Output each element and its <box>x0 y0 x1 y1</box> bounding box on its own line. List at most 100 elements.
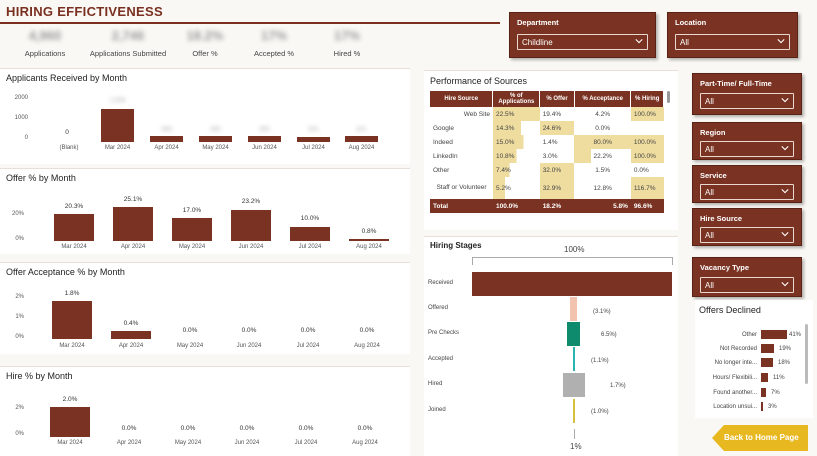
table-row: Google 14.3% 24.6% 0.0% <box>430 121 664 135</box>
parttime-slicer[interactable]: Part-Time/ Full-Time All <box>692 73 802 115</box>
kpi-hired: 17% Hired % <box>302 28 392 58</box>
data-label: 0.0% <box>359 327 375 334</box>
col-header[interactable]: Hire Source <box>430 91 494 107</box>
chart-title: Offer % by Month <box>6 173 76 183</box>
stage-label: Received <box>428 280 454 286</box>
region-dropdown[interactable]: All <box>700 141 794 157</box>
cell: 4.2% <box>595 110 611 118</box>
department-slicer-label: Department <box>517 18 559 27</box>
scrollbar[interactable] <box>667 91 670 103</box>
vacancy-type-slicer[interactable]: Vacancy Type All <box>692 257 802 297</box>
cell: 19.4% <box>542 110 562 118</box>
data-label: 350 <box>259 126 270 133</box>
region-slicer[interactable]: Region All <box>692 122 802 160</box>
data-label: 0.0% <box>357 425 373 432</box>
ytick: 2% <box>15 294 24 300</box>
funnel-bottom-label: 1% <box>570 442 582 451</box>
offers-declined-chart: Offers Declined Other 41% Not Recorded 1… <box>695 300 813 418</box>
kpi-label: Hired % <box>333 49 361 58</box>
x-label: (Blank) <box>59 145 79 151</box>
x-label: Apr 2024 <box>154 145 179 151</box>
location-slicer[interactable]: Location All <box>667 12 798 58</box>
funnel-top-label: 100% <box>564 245 585 254</box>
back-to-home-button[interactable]: Back to Home Page <box>712 425 808 451</box>
ytick: 1000 <box>14 115 28 121</box>
x-label: Mar 2024 <box>104 145 131 151</box>
stage-label: Hired <box>428 381 443 387</box>
bar-aug-2024 <box>345 136 378 142</box>
data-label: 1.8% <box>64 290 80 297</box>
hire-source-slicer-label: Hire Source <box>700 214 743 223</box>
bar-pct: 18% <box>778 360 791 366</box>
bar-mar-2024 <box>101 109 134 142</box>
hire-source-dropdown[interactable]: All <box>700 227 794 243</box>
department-dropdown[interactable]: Childline <box>517 34 648 50</box>
bar-mar-2024 <box>54 214 94 241</box>
hire-source-slicer[interactable]: Hire Source All <box>692 208 802 246</box>
parttime-value: All <box>705 97 714 106</box>
data-label: 10.0% <box>300 215 320 222</box>
cell: Indeed <box>433 138 453 146</box>
cell: 100.0% <box>630 107 664 121</box>
declined-bar-other <box>761 330 787 339</box>
cell: 32.9% <box>539 177 575 199</box>
bar-mar-2024 <box>50 407 90 437</box>
hire-source-value: All <box>705 231 714 240</box>
chart-title: Hiring Stages <box>430 241 482 250</box>
service-slicer[interactable]: Service All <box>692 165 802 203</box>
data-label: 0 <box>65 129 69 136</box>
page-title: HIRING EFFICTIVENESS <box>6 4 163 19</box>
vacancy-type-slicer-label: Vacancy Type <box>700 263 750 272</box>
bar-jun-2024 <box>248 136 281 142</box>
ytick: 0% <box>15 236 24 242</box>
service-dropdown[interactable]: All <box>700 184 794 200</box>
data-label: 2.0% <box>62 396 78 403</box>
data-label: 0.0% <box>298 425 314 432</box>
region-slicer-label: Region <box>700 128 726 137</box>
chevron-down-icon <box>781 232 789 237</box>
table-total-row: Total 100.0% 18.2% 5.8% 96.6% <box>430 199 664 213</box>
chevron-down-icon <box>635 39 643 44</box>
scrollbar[interactable] <box>805 324 808 384</box>
cell: 18.2% <box>539 199 575 213</box>
category-label: Other <box>741 332 757 338</box>
ytick: 0% <box>15 334 24 340</box>
category-label: No longer inte... <box>714 360 757 366</box>
cell: 1.4% <box>542 138 558 146</box>
col-header[interactable]: % Acceptance <box>574 91 632 107</box>
data-label: 0.0% <box>182 327 198 334</box>
ytick: 20% <box>11 211 24 217</box>
table-row: Web Site 22.5% 19.4% 4.2% 100.0% <box>430 107 664 121</box>
chevron-down-icon <box>781 189 789 194</box>
x-label: Jun 2024 <box>238 244 264 250</box>
x-label: Apr 2024 <box>116 440 142 446</box>
data-label: 0.0% <box>121 425 137 432</box>
x-label: Jun 2024 <box>234 440 260 446</box>
x-label: Apr 2024 <box>118 343 144 349</box>
cell <box>631 121 664 135</box>
location-dropdown[interactable]: All <box>675 34 790 50</box>
category-label: Found another... <box>713 390 757 396</box>
x-label: Jun 2024 <box>236 343 262 349</box>
vacancy-type-dropdown[interactable]: All <box>700 277 794 293</box>
hiring-stages-chart: Hiring Stages 100% Received Offered (3.1… <box>424 236 678 456</box>
col-header[interactable]: % of Applications <box>492 91 541 107</box>
bar-apr-2024 <box>150 136 183 142</box>
cell: 80.0% <box>574 135 631 149</box>
col-header[interactable]: % Offer <box>539 91 575 107</box>
cell: Staff or Volunteer <box>436 184 487 192</box>
department-slicer[interactable]: Department Childline <box>509 12 656 58</box>
parttime-slicer-label: Part-Time/ Full-Time <box>700 79 772 88</box>
bar-pct: 19% <box>779 346 792 352</box>
parttime-dropdown[interactable]: All <box>700 93 794 109</box>
cell: 5.8% <box>574 199 631 213</box>
bar-may-2024 <box>172 218 212 241</box>
cell: Google <box>433 124 454 132</box>
cell: 32.0% <box>539 163 575 177</box>
col-header[interactable]: % Hiring <box>630 91 664 107</box>
x-label: Jun 2024 <box>252 145 277 151</box>
cell: 24.6% <box>539 121 575 135</box>
x-label: May 2024 <box>202 145 229 151</box>
cell: Total <box>430 199 493 213</box>
data-label: 321 <box>356 126 367 133</box>
